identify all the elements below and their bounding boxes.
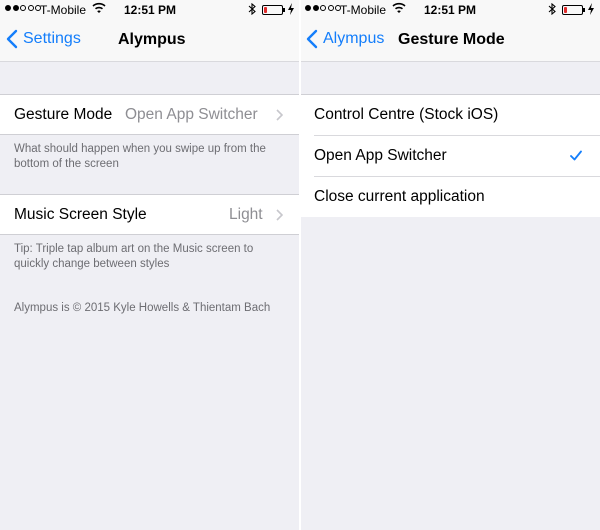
navigation-bar: Settings Alympus — [0, 20, 300, 62]
battery-icon — [562, 5, 583, 15]
gesture-mode-value: Open App Switcher — [125, 106, 258, 123]
music-screen-style-label: Music Screen Style — [14, 206, 147, 223]
chevron-left-icon — [306, 29, 318, 49]
alympus-settings-screen: T-Mobile 12:51 PM Settings Alympus Gestu… — [0, 0, 300, 530]
gesture-mode-cell[interactable]: Gesture Mode Open App Switcher — [0, 94, 300, 135]
chevron-right-icon — [276, 209, 283, 221]
chevron-right-icon — [276, 109, 283, 121]
bluetooth-icon — [548, 3, 556, 15]
back-button-label: Settings — [23, 30, 81, 47]
page-title: Alympus — [118, 31, 186, 48]
status-bar: T-Mobile 12:51 PM — [0, 0, 300, 20]
back-button[interactable]: Settings — [6, 29, 81, 49]
navigation-bar: Alympus Gesture Mode — [300, 20, 600, 62]
gesture-mode-screen: T-Mobile 12:51 PM Alympus Gesture Mode C… — [300, 0, 600, 530]
battery-tip — [283, 8, 285, 12]
page-title: Gesture Mode — [398, 31, 505, 48]
copyright-text: Alympus is © 2015 Kyle Howells & Thienta… — [14, 302, 271, 314]
screen-divider — [299, 0, 301, 530]
option-label: Close current application — [314, 188, 485, 205]
header: T-Mobile 12:51 PM Settings Alympus — [0, 0, 300, 62]
gesture-options-list: Control Centre (Stock iOS) Open App Swit… — [300, 94, 600, 217]
status-bar: T-Mobile 12:51 PM — [300, 0, 600, 20]
music-screen-style-value: Light — [229, 206, 263, 223]
music-screen-style-cell[interactable]: Music Screen Style Light — [0, 194, 300, 235]
back-button[interactable]: Alympus — [306, 29, 384, 49]
gesture-mode-footer: What should happen when you swipe up fro… — [14, 143, 266, 170]
music-style-tip: Tip: Triple tap album art on the Music s… — [14, 243, 254, 270]
option-open-app-switcher[interactable]: Open App Switcher — [300, 136, 600, 177]
option-label: Open App Switcher — [314, 147, 447, 164]
battery-tip — [583, 8, 585, 12]
charging-bolt-icon — [588, 3, 594, 15]
option-label: Control Centre (Stock iOS) — [314, 106, 499, 123]
option-control-centre[interactable]: Control Centre (Stock iOS) — [300, 95, 600, 136]
checkmark-icon — [570, 150, 582, 161]
gesture-mode-label: Gesture Mode — [14, 106, 113, 123]
header: T-Mobile 12:51 PM Alympus Gesture Mode — [300, 0, 600, 62]
back-button-label: Alympus — [323, 30, 385, 47]
charging-bolt-icon — [288, 3, 294, 15]
battery-icon — [262, 5, 283, 15]
option-close-current-application[interactable]: Close current application — [300, 177, 600, 217]
chevron-left-icon — [6, 29, 18, 49]
bluetooth-icon — [248, 3, 256, 15]
